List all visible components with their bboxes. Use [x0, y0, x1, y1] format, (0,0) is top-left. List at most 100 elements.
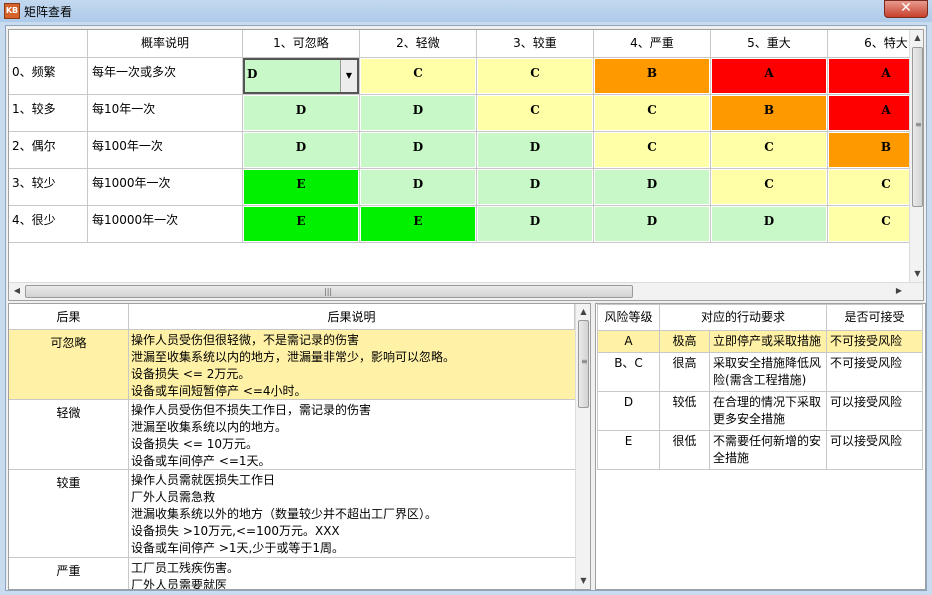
risk-level-cell[interactable]: C [828, 206, 909, 243]
column-header-severity[interactable]: 4、严重 [594, 30, 711, 58]
risk-level-cell[interactable]: D [243, 95, 360, 132]
risk-level-cell[interactable]: D [360, 132, 477, 169]
risk-level-cell[interactable]: D [594, 206, 711, 243]
risk-level-cell[interactable]: B [594, 58, 711, 95]
column-header-consequence-desc[interactable]: 后果说明 [129, 304, 575, 330]
scroll-thumb[interactable]: ≡ [578, 320, 589, 408]
action-row[interactable]: A 极高 立即停产或采取措施 不可接受风险 [597, 330, 923, 353]
risk-level-cell[interactable]: D [711, 206, 828, 243]
description-line: 设备损失 <= 2万元。 [131, 367, 251, 381]
scroll-up-arrow-icon[interactable]: ▲ [576, 304, 590, 320]
column-header-acceptable[interactable]: 是否可接受 [826, 304, 923, 331]
risk-level-cell[interactable]: E [243, 206, 360, 243]
risk-level-cell[interactable]: D ▼ [243, 58, 360, 95]
action-row[interactable]: E 很低 不需要任何新增的安全措施 可以接受风险 [597, 430, 923, 470]
action-row[interactable]: D 较低 在合理的情况下采取更多安全措施 可以接受风险 [597, 391, 923, 431]
risk-level-cell[interactable]: C [828, 169, 909, 206]
risk-level-cell[interactable]: D [243, 132, 360, 169]
risk-level-cell[interactable]: C [477, 95, 594, 132]
column-header-severity[interactable]: 5、重大 [711, 30, 828, 58]
risk-level-cell[interactable]: C [594, 132, 711, 169]
row-header-frequency[interactable]: 3、较少 [9, 169, 88, 206]
column-header-severity[interactable]: 3、较重 [477, 30, 594, 58]
risk-matrix-grid: 概率说明 1、可忽略 2、轻微 3、较重 4、严重 5、重大 6、特大 0、频繁 每年一次或多次… [9, 30, 909, 282]
consequence-description: 操作人员受伤但不损失工作日，需记录的伤害 泄漏至收集系统以内的地方。 设备损失 <=… [129, 400, 575, 469]
column-header-probability[interactable]: 概率说明 [88, 30, 243, 58]
column-header-severity[interactable]: 6、特大 [828, 30, 909, 58]
consequence-row[interactable]: 轻微 操作人员受伤但不损失工作日，需记录的伤害 泄漏至收集系统以内的地方。 设备损失 … [9, 400, 575, 470]
consequence-table: 后果 后果说明 可忽略 操作人员受伤但很轻微，不是需记录的伤害 泄漏至收集系统以内的… [9, 304, 575, 589]
scroll-right-arrow-icon[interactable]: ▶ [891, 283, 907, 300]
action-requirement: 不需要任何新增的安全措施 [709, 430, 827, 470]
column-header-risk-level[interactable]: 风险等级 [597, 304, 660, 331]
column-header-consequence[interactable]: 后果 [9, 304, 129, 330]
risk-level-cell[interactable]: D [360, 169, 477, 206]
risk-level-cell[interactable]: D [360, 95, 477, 132]
probability-cell[interactable]: 每10年一次 [88, 95, 243, 132]
risk-level-cell[interactable]: D [477, 169, 594, 206]
consequence-row[interactable]: 可忽略 操作人员受伤但很轻微，不是需记录的伤害 泄漏至收集系统以内的地方，泄漏量非常… [9, 330, 575, 400]
title-bar: KB 矩阵查看 ✕ [0, 0, 932, 22]
scroll-thumb[interactable]: ≡ [912, 47, 923, 207]
consequence-panel: 后果 后果说明 可忽略 操作人员受伤但很轻微，不是需记录的伤害 泄漏至收集系统以内的… [8, 303, 591, 590]
risk-level-cell[interactable]: C [360, 58, 477, 95]
matrix-vertical-scrollbar[interactable]: ▲ ≡ ▼ [909, 30, 923, 282]
matrix-horizontal-scrollbar[interactable]: ◀ ||| ▶ [9, 282, 923, 300]
risk-level-value: D [478, 207, 592, 241]
row-header-frequency[interactable]: 4、很少 [9, 206, 88, 243]
row-header-frequency[interactable]: 2、偶尔 [9, 132, 88, 169]
column-header-severity[interactable]: 2、轻微 [360, 30, 477, 58]
description-line: 厂外人员需要就医 [131, 578, 228, 589]
action-row[interactable]: B、C 很高 采取安全措施降低风险(需含工程措施) 不可接受风险 [597, 352, 923, 392]
consequence-row[interactable]: 较重 操作人员需就医损失工作日 厂外人员需急救 泄漏收集系统以外的地方（数量较少并不超… [9, 470, 575, 558]
risk-level-cell[interactable]: D [477, 206, 594, 243]
risk-level-value: D [361, 170, 475, 204]
risk-level-cell[interactable]: A [828, 58, 909, 95]
risk-level: D [597, 391, 660, 431]
risk-level-cell[interactable]: A [828, 95, 909, 132]
column-header-severity[interactable]: 1、可忽略 [243, 30, 360, 58]
probability-cell[interactable]: 每10000年一次 [88, 206, 243, 243]
risk-level-cell[interactable]: C [477, 58, 594, 95]
risk-level-value: B [712, 96, 826, 130]
risk-action-table: 风险等级 对应的行动要求 是否可接受 A 极高 立即停产或采取措施 不可接受风险 B、C… [597, 304, 923, 470]
risk-level-cell[interactable]: A [711, 58, 828, 95]
risk-level-cell[interactable]: B [828, 132, 909, 169]
consequence-description: 工厂员工残疾伤害。 厂外人员需要就医 [129, 558, 575, 589]
acceptability: 可以接受风险 [826, 391, 923, 431]
risk-level-value: A [829, 96, 909, 130]
risk-level-cell[interactable]: E [243, 169, 360, 206]
risk-level-cell[interactable]: D [477, 132, 594, 169]
consequence-description: 操作人员需就医损失工作日 厂外人员需急救 泄漏收集系统以外的地方（数量较少并不超出工… [129, 470, 575, 557]
column-header-action[interactable]: 对应的行动要求 [659, 304, 827, 331]
window-title: 矩阵查看 [24, 5, 73, 19]
risk-level: A [597, 330, 660, 353]
consequence-vertical-scrollbar[interactable]: ▲ ≡ ▼ [575, 304, 590, 589]
scroll-left-arrow-icon[interactable]: ◀ [9, 283, 25, 300]
row-header-frequency[interactable]: 0、频繁 [9, 58, 88, 95]
scroll-thumb[interactable]: ||| [25, 285, 633, 298]
description-line: 操作人员受伤但很轻微，不是需记录的伤害 [131, 333, 360, 347]
risk-level-cell[interactable]: E [360, 206, 477, 243]
scroll-up-arrow-icon[interactable]: ▲ [910, 30, 923, 46]
consequence-row[interactable]: 严重 工厂员工残疾伤害。 厂外人员需要就医 [9, 558, 575, 589]
matrix-corner-header [9, 30, 88, 58]
scroll-down-arrow-icon[interactable]: ▼ [910, 266, 923, 282]
risk-level-value: B [829, 133, 909, 167]
probability-cell[interactable]: 每1000年一次 [88, 169, 243, 206]
risk-level-cell[interactable]: D [594, 169, 711, 206]
risk-level-cell[interactable]: C [594, 95, 711, 132]
probability-cell[interactable]: 每100年一次 [88, 132, 243, 169]
probability-cell[interactable]: 每年一次或多次 [88, 58, 243, 95]
risk-level-cell[interactable]: C [711, 132, 828, 169]
header-row: 风险等级 对应的行动要求 是否可接受 [597, 304, 923, 331]
risk-level-value: E [244, 170, 358, 204]
risk-level: B、C [597, 352, 660, 392]
scroll-down-arrow-icon[interactable]: ▼ [576, 573, 590, 589]
row-header-frequency[interactable]: 1、较多 [9, 95, 88, 132]
risk-level-dropdown[interactable]: D ▼ [243, 58, 359, 94]
close-button[interactable]: ✕ [884, 0, 928, 18]
risk-level-cell[interactable]: B [711, 95, 828, 132]
chevron-down-icon[interactable]: ▼ [340, 60, 357, 92]
risk-level-cell[interactable]: C [711, 169, 828, 206]
